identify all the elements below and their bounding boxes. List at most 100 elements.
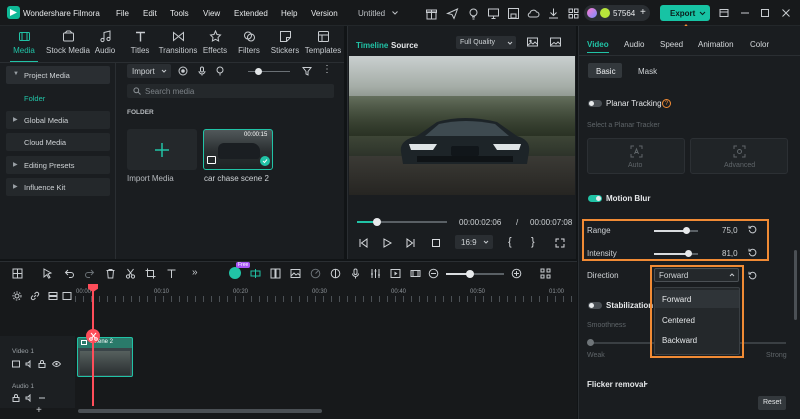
- auto-tracking-button[interactable]: Auto: [587, 138, 685, 174]
- tab-stock-media[interactable]: Stock Media: [45, 30, 91, 58]
- cloud-icon[interactable]: [527, 7, 540, 20]
- track-manager-icon[interactable]: [62, 291, 72, 301]
- aspect-ratio-dropdown[interactable]: 16:9: [455, 235, 493, 249]
- tab-video[interactable]: Video: [587, 40, 609, 49]
- playback-progress[interactable]: [357, 218, 447, 226]
- menu-edit[interactable]: Edit: [143, 9, 157, 18]
- ai-tool-icon[interactable]: [229, 267, 241, 279]
- nav-project-media[interactable]: ▼ Project Media: [6, 66, 110, 84]
- tab-templates[interactable]: Templates: [303, 30, 343, 58]
- stabilization-toggle[interactable]: [588, 302, 602, 309]
- reset-button[interactable]: Reset: [758, 396, 786, 410]
- mark-in-icon[interactable]: {: [508, 236, 512, 248]
- nav-global-media[interactable]: ▶ Global Media: [6, 111, 110, 129]
- tab-audio[interactable]: Audio: [88, 30, 122, 58]
- color-match-icon[interactable]: [330, 268, 341, 279]
- gift-icon[interactable]: [425, 7, 438, 20]
- voiceover-icon[interactable]: [215, 66, 225, 76]
- record-icon[interactable]: [178, 66, 188, 76]
- reset-direction-icon[interactable]: [748, 271, 757, 280]
- snapshot-icon[interactable]: [527, 37, 538, 47]
- subtab-basic[interactable]: Basic: [588, 63, 622, 78]
- tab-effects[interactable]: Effects: [199, 30, 231, 58]
- mark-out-icon[interactable]: }: [531, 236, 535, 248]
- step-back-icon[interactable]: [358, 238, 368, 248]
- add-credits-icon[interactable]: +: [640, 7, 646, 18]
- scissors-icon[interactable]: [86, 329, 100, 343]
- select-cursor-icon[interactable]: [42, 268, 53, 279]
- menu-help[interactable]: Help: [281, 9, 297, 18]
- step-forward-icon[interactable]: [406, 238, 416, 248]
- audio-mixer-icon[interactable]: [370, 268, 381, 279]
- render-preview-icon[interactable]: [390, 268, 401, 279]
- close-icon[interactable]: [781, 8, 791, 18]
- minimize-icon[interactable]: [740, 8, 750, 18]
- image-tool-icon[interactable]: [290, 268, 301, 279]
- audio-track-lock-icon[interactable]: [12, 394, 20, 402]
- menu-extended[interactable]: Extended: [234, 9, 268, 18]
- credits-pill[interactable]: 57564 +: [584, 5, 650, 21]
- timeline-video-clip[interactable]: c...ene 2: [77, 337, 133, 377]
- fullscreen-icon[interactable]: [555, 238, 565, 248]
- slider-thumb[interactable]: [255, 68, 262, 75]
- playback-thumb[interactable]: [373, 218, 381, 226]
- keyframe-icon[interactable]: [250, 268, 261, 279]
- video-preview[interactable]: [349, 56, 575, 195]
- tab-media[interactable]: Media: [5, 30, 43, 58]
- timeline-zoom-slider[interactable]: [446, 270, 504, 278]
- smoothness-thumb[interactable]: [587, 339, 594, 346]
- export-button[interactable]: Export: [660, 5, 710, 21]
- redo-icon[interactable]: [84, 268, 95, 279]
- apps-grid-icon[interactable]: [567, 7, 580, 20]
- audio-track-mute-icon[interactable]: [25, 394, 33, 402]
- play-icon[interactable]: [382, 238, 392, 248]
- nav-editing-presets[interactable]: ▶ Editing Presets: [6, 156, 110, 174]
- layout-icon[interactable]: [719, 8, 729, 18]
- advanced-tracking-button[interactable]: Advanced: [690, 138, 788, 174]
- text-tool-icon[interactable]: [166, 268, 177, 279]
- snap-icon[interactable]: [410, 268, 421, 279]
- maximize-icon[interactable]: [760, 8, 770, 18]
- timeline-grid-icon[interactable]: [540, 268, 551, 279]
- download-icon[interactable]: [547, 7, 560, 20]
- tab-transitions[interactable]: Transitions: [157, 30, 199, 58]
- image-icon[interactable]: [550, 37, 561, 47]
- layout-grid-icon[interactable]: [12, 268, 23, 279]
- nav-folder[interactable]: Folder: [6, 89, 110, 107]
- zoom-thumb[interactable]: [466, 270, 474, 278]
- menu-tools[interactable]: Tools: [170, 9, 189, 18]
- tab-color[interactable]: Color: [750, 40, 769, 49]
- add-track-icon[interactable]: [48, 291, 58, 301]
- more-icon[interactable]: ⋮: [322, 64, 332, 75]
- subtab-mask[interactable]: Mask: [638, 67, 657, 76]
- preview-tab-timeline[interactable]: Timeline: [356, 41, 388, 50]
- more-tools-icon[interactable]: »: [192, 267, 198, 278]
- menu-version[interactable]: Version: [311, 9, 338, 18]
- split-icon[interactable]: [125, 268, 136, 279]
- motion-blur-toggle[interactable]: [588, 195, 602, 202]
- audio-track-visibility-icon[interactable]: [38, 394, 46, 402]
- track-settings-icon[interactable]: [12, 291, 22, 301]
- stop-icon[interactable]: [431, 238, 441, 248]
- nav-influence-kit[interactable]: ▶ Influence Kit: [6, 178, 110, 196]
- zoom-out-icon[interactable]: [428, 268, 439, 279]
- media-zoom-slider[interactable]: [248, 68, 290, 75]
- tab-filters[interactable]: Filters: [232, 30, 266, 58]
- delete-icon[interactable]: [105, 268, 116, 279]
- send-icon[interactable]: [446, 7, 459, 20]
- nav-cloud-media[interactable]: Cloud Media: [6, 133, 110, 151]
- track-visibility-icon[interactable]: [52, 360, 61, 368]
- microphone-icon[interactable]: [197, 66, 207, 76]
- timeline-scrollbar[interactable]: [78, 409, 322, 413]
- add-track-plus-icon[interactable]: +: [36, 405, 42, 416]
- crop-icon[interactable]: [145, 268, 156, 279]
- preview-tab-source[interactable]: Source: [391, 41, 418, 50]
- mix-icon[interactable]: [270, 268, 281, 279]
- tab-stickers[interactable]: Stickers: [267, 30, 303, 58]
- tab-speed[interactable]: Speed: [660, 40, 683, 49]
- tab-animation[interactable]: Animation: [698, 40, 734, 49]
- help-icon[interactable]: ?: [662, 99, 671, 108]
- menu-file[interactable]: File: [116, 9, 129, 18]
- import-dropdown[interactable]: Import: [127, 64, 171, 78]
- menu-view[interactable]: View: [203, 9, 220, 18]
